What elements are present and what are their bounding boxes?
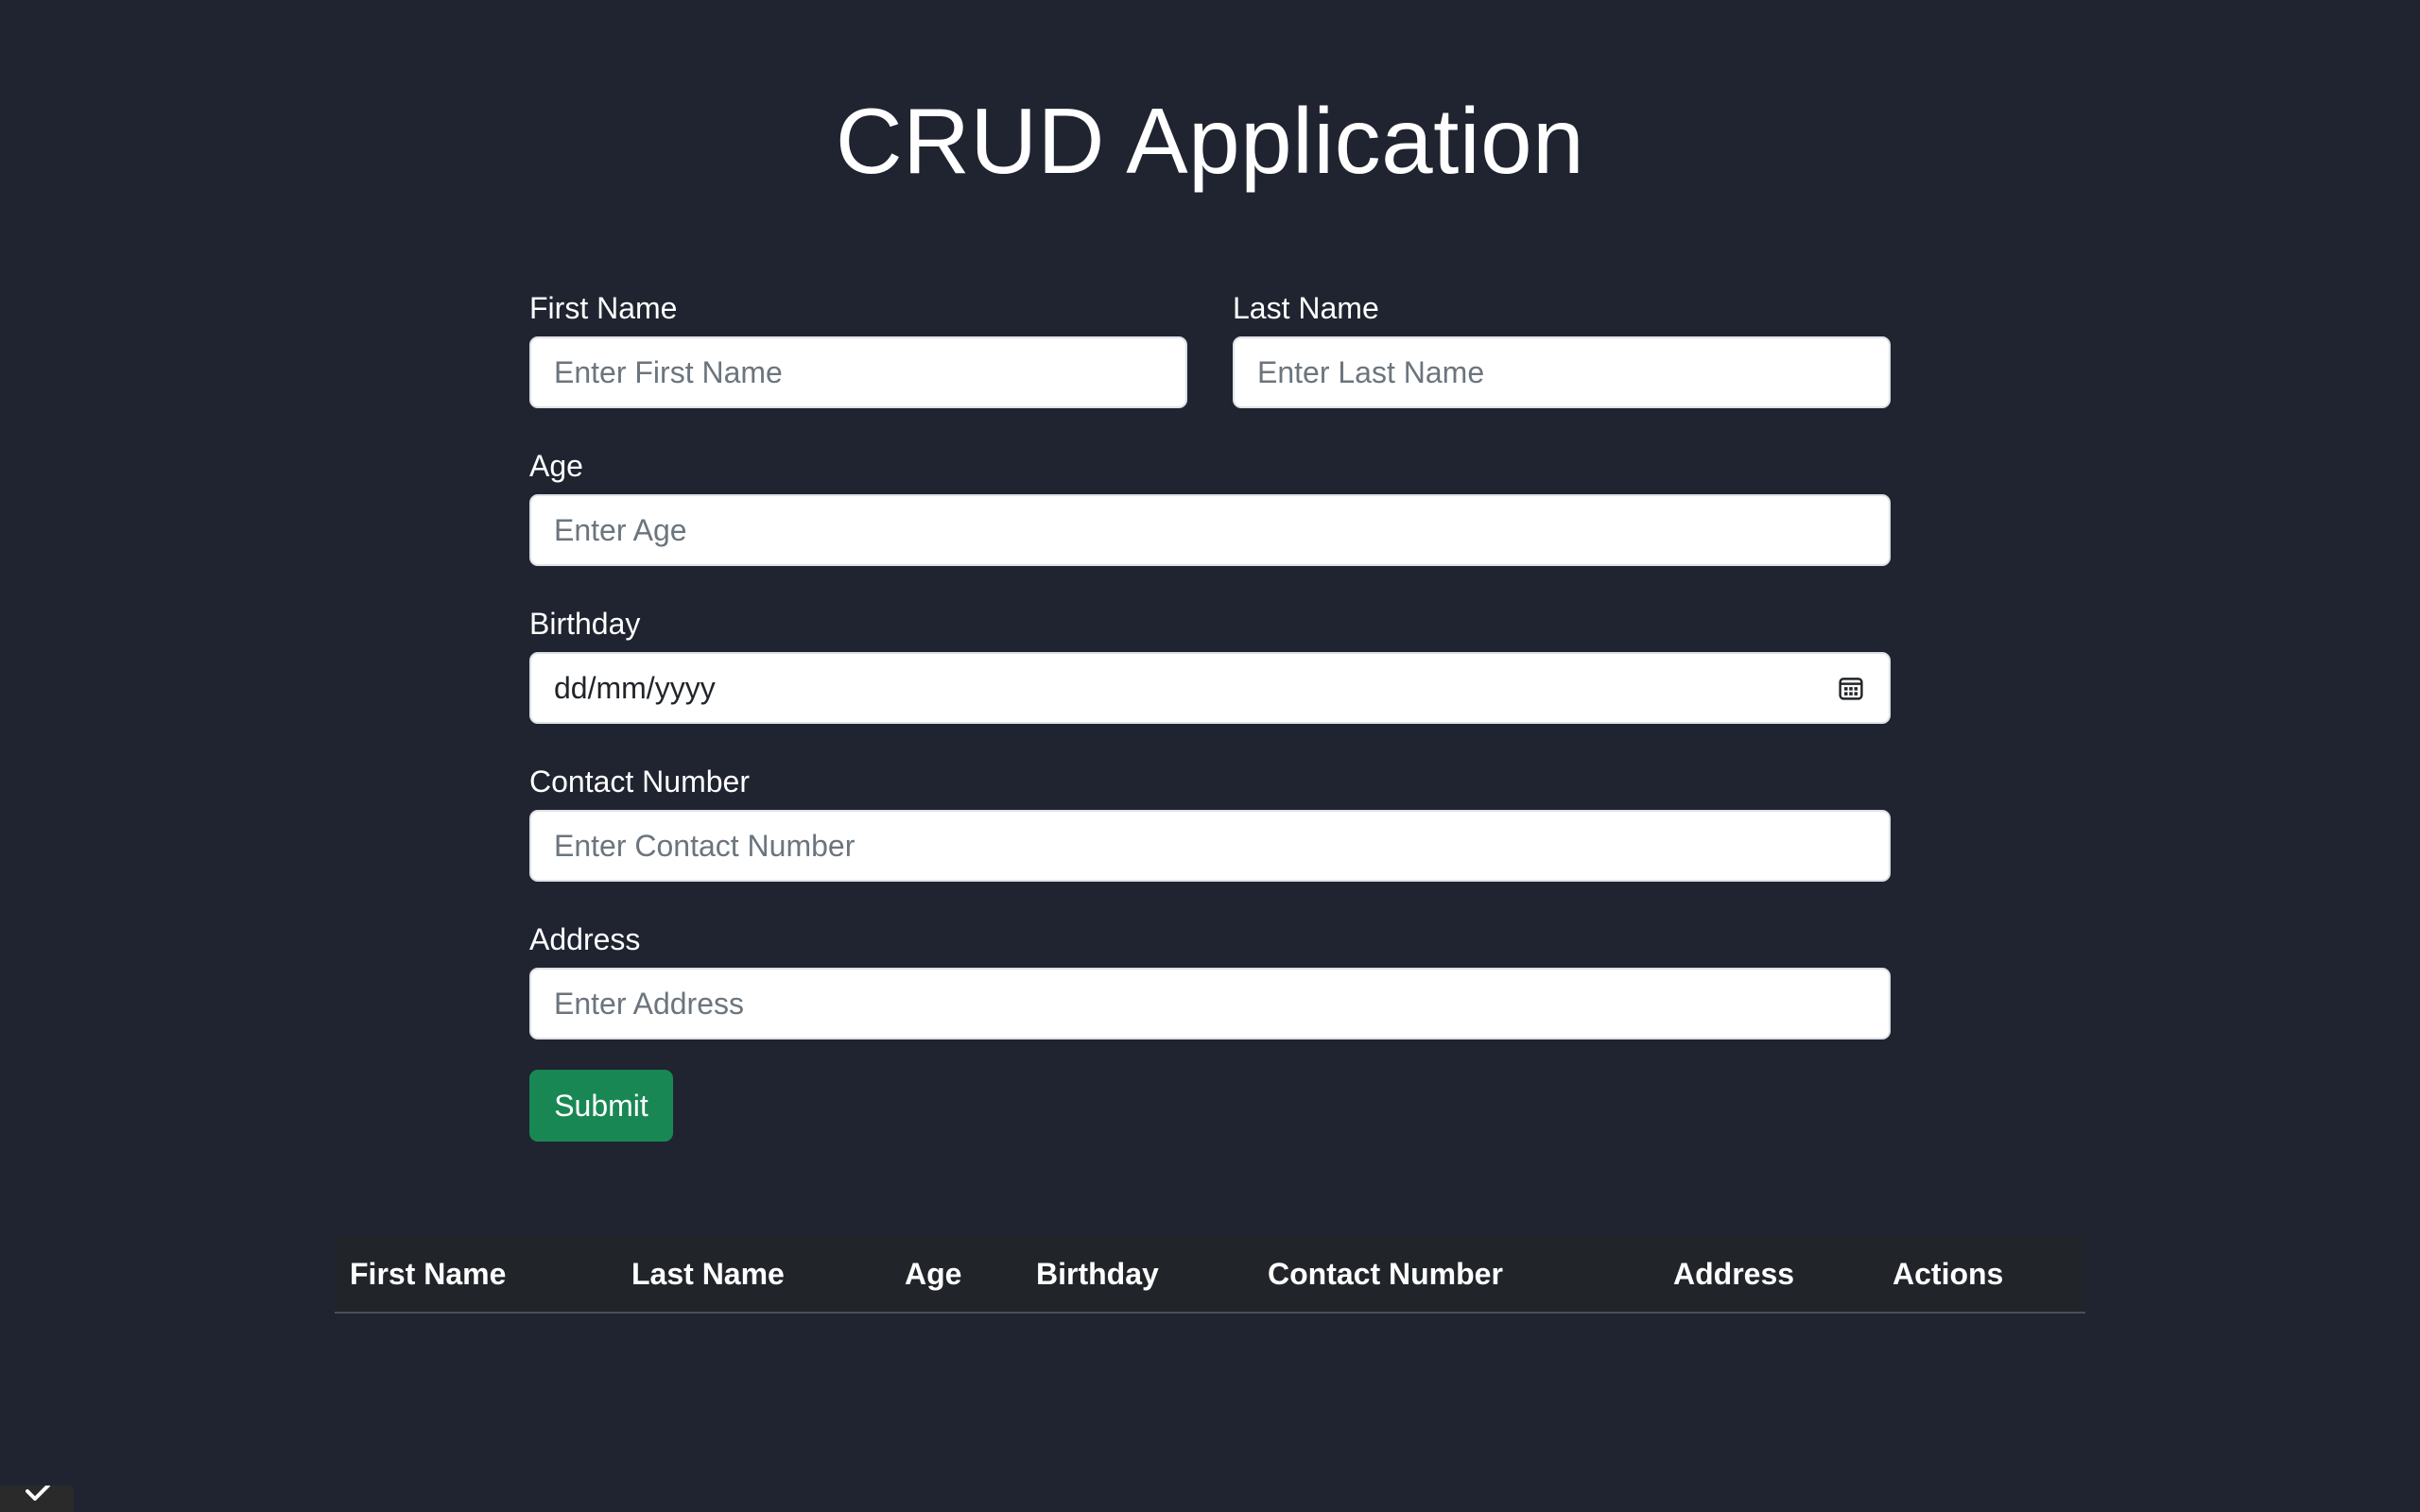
- column-header-contact-number: Contact Number: [1253, 1236, 1658, 1314]
- column-header-address: Address: [1658, 1236, 1877, 1314]
- birthday-value: dd/mm/yyyy: [554, 670, 716, 705]
- column-header-last-name: Last Name: [616, 1236, 890, 1314]
- records-table-wrapper: First Name Last Name Age Birthday Contac…: [335, 1236, 2085, 1314]
- address-field: Address: [529, 924, 1891, 1040]
- submit-button[interactable]: Submit: [529, 1070, 673, 1142]
- age-row: Age: [529, 451, 1891, 566]
- birthday-field: Birthday dd/mm/yyyy: [529, 609, 1891, 724]
- contact-row: Contact Number: [529, 766, 1891, 882]
- person-form: First Name Last Name Age Birthday dd/mm/…: [529, 293, 1891, 1142]
- editor-logo-icon: [26, 1486, 50, 1501]
- corner-badge[interactable]: [0, 1486, 74, 1512]
- contact-number-input[interactable]: [529, 810, 1891, 882]
- column-header-first-name: First Name: [335, 1236, 616, 1314]
- address-input[interactable]: [529, 968, 1891, 1040]
- first-name-label: First Name: [529, 291, 678, 325]
- calendar-icon[interactable]: [1836, 673, 1866, 703]
- name-row: First Name Last Name: [529, 293, 1891, 408]
- age-input[interactable]: [529, 494, 1891, 566]
- address-label: Address: [529, 922, 641, 956]
- contact-number-label: Contact Number: [529, 765, 750, 799]
- last-name-input[interactable]: [1233, 336, 1891, 408]
- contact-number-field: Contact Number: [529, 766, 1891, 882]
- birthday-input[interactable]: dd/mm/yyyy: [529, 652, 1891, 724]
- last-name-label: Last Name: [1233, 291, 1379, 325]
- birthday-label: Birthday: [529, 607, 641, 641]
- column-header-actions: Actions: [1877, 1236, 2085, 1314]
- first-name-input[interactable]: [529, 336, 1187, 408]
- age-label: Age: [529, 449, 583, 483]
- first-name-field: First Name: [529, 293, 1187, 408]
- column-header-age: Age: [890, 1236, 1021, 1314]
- page-title: CRUD Application: [835, 89, 1585, 193]
- column-header-birthday: Birthday: [1021, 1236, 1253, 1314]
- address-row: Address: [529, 924, 1891, 1040]
- age-field: Age: [529, 451, 1891, 566]
- table-header: First Name Last Name Age Birthday Contac…: [335, 1236, 2085, 1314]
- table-header-row: First Name Last Name Age Birthday Contac…: [335, 1236, 2085, 1314]
- birthday-row: Birthday dd/mm/yyyy: [529, 609, 1891, 724]
- last-name-field: Last Name: [1233, 293, 1891, 408]
- records-table: First Name Last Name Age Birthday Contac…: [335, 1236, 2085, 1314]
